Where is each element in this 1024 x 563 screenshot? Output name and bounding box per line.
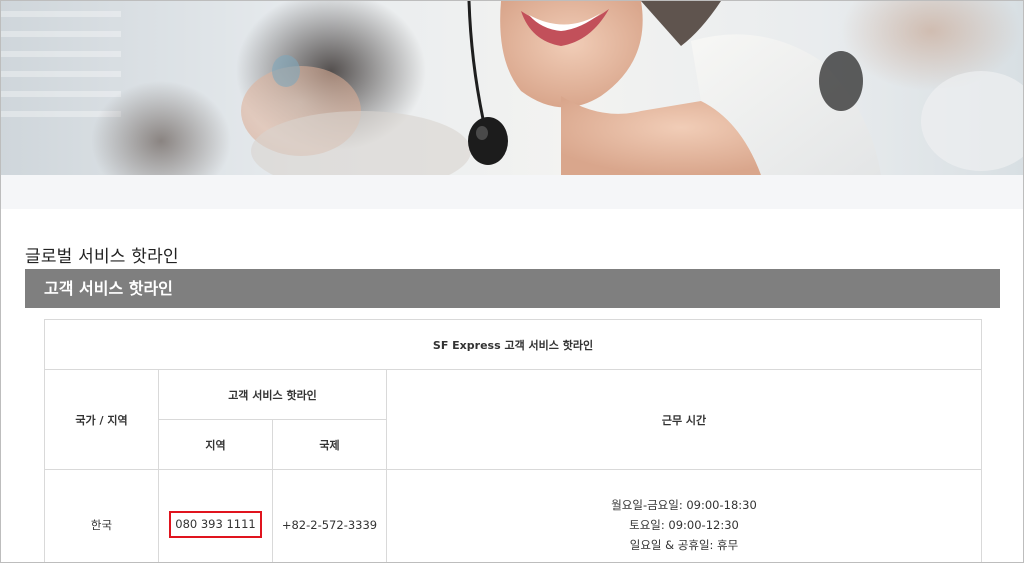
cell-local-number: 080 393 1111 [158,469,273,562]
page-title: 글로벌 서비스 핫라인 [25,247,179,268]
call-center-photo [1,1,1023,175]
header-international: 국제 [272,419,387,470]
cell-country: 한국 [44,469,159,562]
table-caption: SF Express 고객 서비스 핫라인 [44,319,982,370]
header-hotline-group: 고객 서비스 핫라인 [158,369,387,420]
hotline-table: SF Express 고객 서비스 핫라인 국가 / 지역 고객 서비스 핫라인… [44,319,982,562]
hours-weekdays: 월요일-금요일: 09:00-18:30 [611,497,757,512]
page-frame: 글로벌 서비스 핫라인 고객 서비스 핫라인 SF Express 고객 서비스… [0,0,1024,563]
hero-bottom-strip [1,175,1023,209]
header-hours: 근무 시간 [386,369,982,470]
cell-international-number[interactable]: +82-2-572-3339 [272,469,387,562]
section-header-bar: 고객 서비스 핫라인 [25,269,1000,308]
header-country-region: 국가 / 지역 [44,369,159,470]
table-header-row: 국가 / 지역 고객 서비스 핫라인 근무 시간 [44,369,982,470]
hours-sunday-holiday: 일요일 & 공휴일: 휴무 [629,537,739,552]
table-caption-row: SF Express 고객 서비스 핫라인 [44,319,982,370]
hero-banner-image [1,1,1023,175]
local-number-highlighted[interactable]: 080 393 1111 [169,511,262,538]
cell-hours: 월요일-금요일: 09:00-18:30 토요일: 09:00-12:30 일요… [386,469,982,562]
header-local: 지역 [158,419,273,470]
hours-saturday: 토요일: 09:00-12:30 [629,517,739,532]
table-row: 한국 080 393 1111 +82-2-572-3339 월요일-금요일: … [44,469,982,562]
